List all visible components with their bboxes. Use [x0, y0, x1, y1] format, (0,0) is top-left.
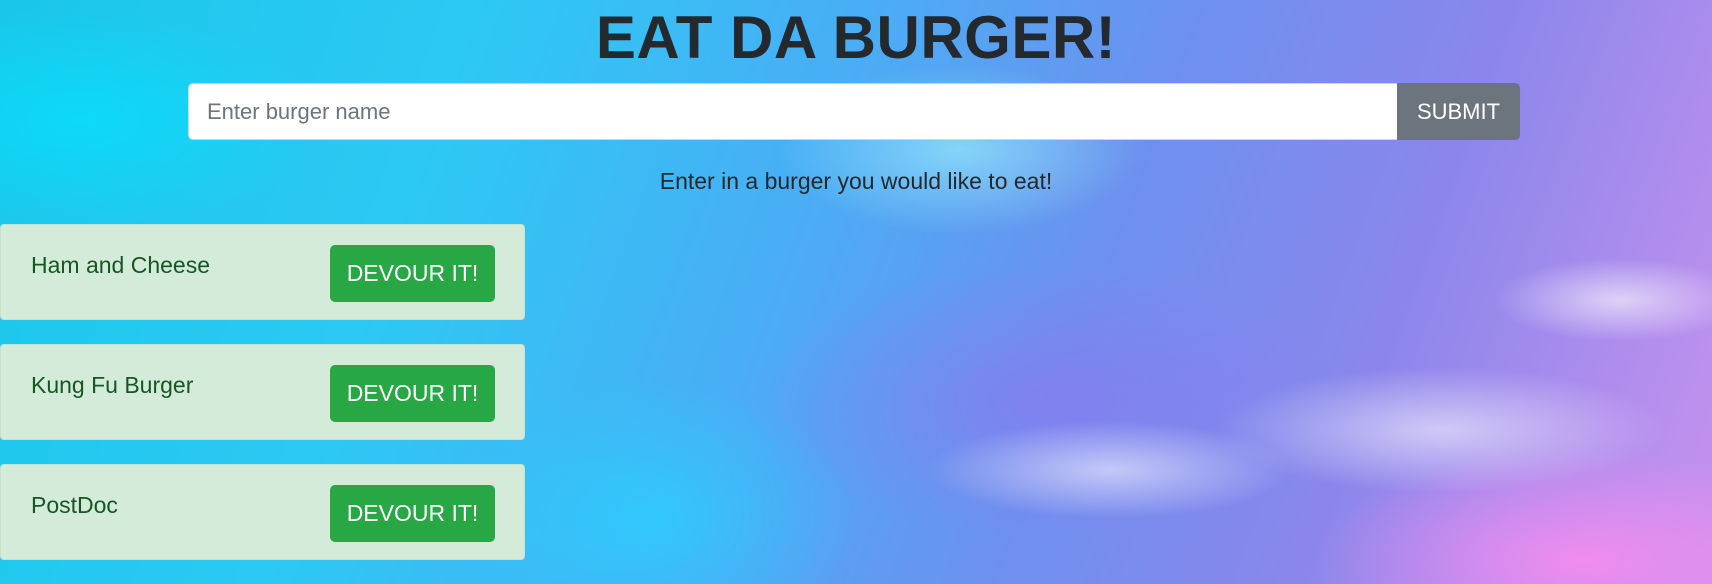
devour-button[interactable]: DEVOUR IT! [330, 245, 495, 302]
burger-form: SUBMIT [188, 83, 1520, 140]
burger-name: Kung Fu Burger [31, 372, 194, 398]
devour-button[interactable]: DEVOUR IT! [330, 365, 495, 422]
devour-button[interactable]: DEVOUR IT! [330, 485, 495, 542]
burger-name: Ham and Cheese [31, 252, 210, 278]
burger-card: Kung Fu Burger DEVOUR IT! [0, 344, 525, 440]
prompt-text: Enter in a burger you would like to eat! [659, 168, 1053, 194]
burger-card: Ham and Cheese DEVOUR IT! [0, 224, 525, 320]
submit-button[interactable]: SUBMIT [1397, 83, 1520, 140]
page-title: EAT DA BURGER! [595, 4, 1117, 71]
burger-name: PostDoc [31, 492, 118, 518]
burger-name-input[interactable] [188, 83, 1397, 140]
burger-card: PostDoc DEVOUR IT! [0, 464, 525, 560]
burger-list: Ham and Cheese DEVOUR IT! Kung Fu Burger… [0, 224, 525, 584]
